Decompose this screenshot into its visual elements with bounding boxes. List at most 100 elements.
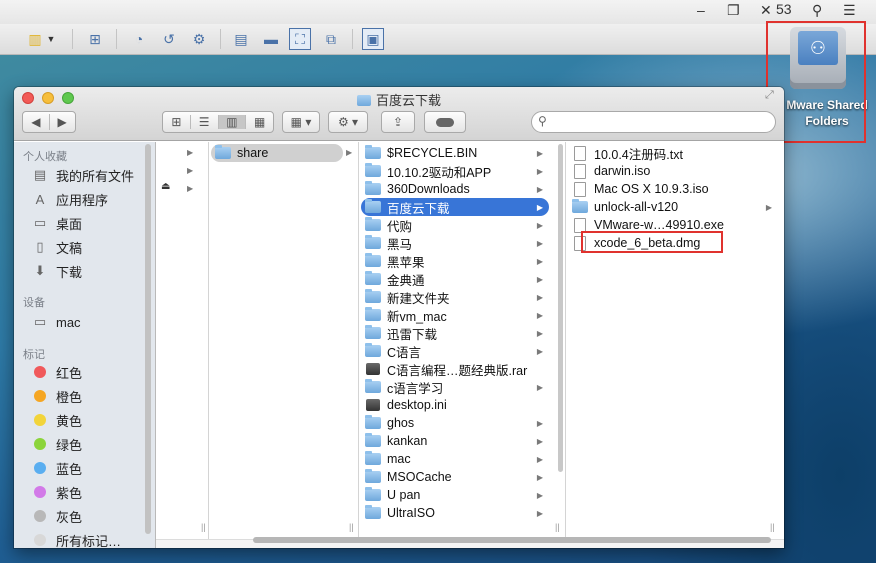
list-item[interactable]: Mac OS X 10.9.3.iso	[568, 180, 778, 198]
sidebar-item-desktop[interactable]: ▭ 桌面	[32, 213, 82, 233]
disclosure-arrow: ▶	[536, 202, 543, 212]
sidebar-tag-gray[interactable]: 灰色	[32, 506, 82, 526]
disclosure-arrow: ▶	[536, 382, 543, 392]
list-item[interactable]: kankan ▶	[361, 432, 549, 450]
sidebar-item-all-files[interactable]: ▤ 我的所有文件	[32, 165, 134, 185]
sidebar-tag-red[interactable]: 红色	[32, 362, 82, 382]
downloads-icon: ⬇	[34, 263, 46, 278]
window-title: 百度云下载	[14, 90, 784, 109]
list-item[interactable]: MSOCache ▶	[361, 468, 549, 486]
sidebar-tag-purple[interactable]: 紫色	[32, 482, 82, 502]
revert-snapshot-icon[interactable]: ↺	[158, 28, 180, 50]
file-icon	[366, 363, 380, 375]
finder-sidebar: 个人收藏 ▤ 我的所有文件 A 应用程序 ▭ 桌面 ▯ 文稿 ⬇ 下载 设备 ▭ mac 标…	[14, 142, 156, 548]
library-dropdown-icon[interactable]: ▼	[44, 28, 58, 50]
sidebar-tag-orange[interactable]: 橙色	[32, 386, 82, 406]
list-item[interactable]: C语言编程…题经典版.rar	[361, 360, 549, 378]
window-resize-icon[interactable]: ⤢	[765, 89, 774, 102]
list-item[interactable]: desktop.ini	[361, 396, 549, 414]
document-icon	[574, 181, 586, 197]
tags-button[interactable]	[424, 111, 466, 133]
list-item[interactable]: c语言学习 ▶	[361, 378, 549, 396]
list-item[interactable]: U pan ▶	[361, 486, 549, 504]
item-label: 新建文件夹	[387, 291, 450, 306]
list-item[interactable]: ghos ▶	[361, 414, 549, 432]
share-button[interactable]: ⇪	[381, 111, 415, 133]
fullscreen-icon[interactable]: ⛶	[289, 28, 311, 50]
item-label: 迅雷下载	[387, 327, 438, 342]
host-title-fragment: 53	[776, 1, 792, 17]
list-item[interactable]: 360Downloads ▶	[361, 180, 549, 198]
list-item[interactable]: $RECYCLE.BIN ▶	[361, 144, 549, 162]
list-item[interactable]: 百度云下载 ▶	[361, 198, 549, 216]
document-icon	[574, 163, 586, 179]
list-item[interactable]: 新vm_mac ▶	[361, 306, 549, 324]
sidebar-all-tags[interactable]: 所有标记…	[32, 530, 121, 548]
column-resize-handle[interactable]: ||	[770, 522, 775, 532]
search-icon[interactable]: ⚲	[812, 2, 822, 19]
sidebar-toggle-icon[interactable]: ▤	[230, 28, 252, 50]
sidebar-item-mac[interactable]: ▭ mac	[32, 312, 81, 332]
back-forward-button[interactable]: ◀ ▶	[22, 111, 76, 133]
item-label: U pan	[387, 488, 421, 502]
list-item[interactable]: C语言 ▶	[361, 342, 549, 360]
column-resize-handle[interactable]: ||	[555, 522, 560, 532]
column-resize-handle[interactable]: ||	[349, 522, 354, 532]
sidebar-item-downloads[interactable]: ⬇ 下载	[32, 261, 82, 281]
item-label: 代购	[387, 219, 413, 234]
snapshot-manager-icon[interactable]: ⚙	[188, 28, 210, 50]
folder-icon	[365, 343, 381, 357]
forward-icon: ▶	[57, 115, 67, 129]
network-icon[interactable]: ⊞	[84, 28, 106, 50]
sidebar-item-applications[interactable]: A 应用程序	[32, 189, 108, 209]
desktop-icon: ▭	[33, 215, 47, 230]
library-icon[interactable]: ▥	[24, 28, 46, 50]
restore-icon[interactable]: ❐	[727, 2, 740, 19]
list-view-icon[interactable]: ☰	[191, 115, 219, 129]
icon-view-icon[interactable]: ⊞	[163, 115, 191, 129]
folder-icon	[365, 199, 381, 213]
list-item[interactable]: 黑马 ▶	[361, 234, 549, 252]
minimize-icon[interactable]: –	[697, 2, 705, 18]
unity-icon[interactable]: ⧉	[320, 28, 342, 50]
list-item[interactable]: share	[211, 144, 343, 162]
sidebar-tag-green[interactable]: 绿色	[32, 434, 82, 454]
horizontal-scrollbar-thumb[interactable]	[253, 537, 771, 543]
list-item[interactable]: unlock-all-v120 ▶	[568, 198, 778, 216]
search-input[interactable]: ⚲	[531, 111, 776, 133]
column-resize-handle[interactable]: ||	[201, 522, 206, 532]
list-item[interactable]: 10.0.4注册码.txt	[568, 144, 778, 162]
folder-icon	[215, 145, 231, 159]
list-item[interactable]: 迅雷下载 ▶	[361, 324, 549, 342]
sidebar-item-documents[interactable]: ▯ 文稿	[32, 237, 82, 257]
action-button[interactable]: ⚙ ▾	[328, 111, 368, 133]
tag-color-dot	[34, 390, 46, 402]
tag-color-dot	[34, 438, 46, 450]
item-label: 黑马	[387, 237, 413, 252]
item-label: c语言学习	[387, 381, 444, 396]
sidebar-scrollbar[interactable]	[145, 144, 151, 534]
sidebar-tag-blue[interactable]: 蓝色	[32, 458, 82, 478]
sidebar-tag-yellow[interactable]: 黄色	[32, 410, 82, 430]
list-item[interactable]: 黑苹果 ▶	[361, 252, 549, 270]
menu-icon[interactable]: ☰	[843, 2, 856, 19]
eject-icon[interactable]: ⏏	[161, 181, 170, 192]
console-view-icon[interactable]: ▬	[260, 28, 282, 50]
arrange-button[interactable]: ▦ ▾	[282, 111, 320, 133]
list-item[interactable]: UltraISO ▶	[361, 504, 549, 522]
close-icon[interactable]: ✕	[760, 2, 772, 19]
column-view-icon[interactable]: ▥	[218, 115, 247, 129]
coverflow-view-icon[interactable]: ▦	[246, 115, 273, 129]
list-item[interactable]: 代购 ▶	[361, 216, 549, 234]
column-3-scrollbar[interactable]	[558, 144, 563, 472]
list-item[interactable]: 10.10.2驱动和APP ▶	[361, 162, 549, 180]
folder-icon	[365, 415, 381, 429]
list-item[interactable]: 新建文件夹 ▶	[361, 288, 549, 306]
view-icon[interactable]: ▣	[362, 28, 384, 50]
list-item[interactable]: darwin.iso	[568, 162, 778, 180]
snapshot-icon[interactable]: ◔	[128, 28, 150, 50]
disclosure-arrow: ▶	[536, 292, 543, 302]
list-item[interactable]: 金典通 ▶	[361, 270, 549, 288]
view-mode-group: ⊞ ☰ ▥ ▦	[162, 111, 274, 133]
list-item[interactable]: mac ▶	[361, 450, 549, 468]
